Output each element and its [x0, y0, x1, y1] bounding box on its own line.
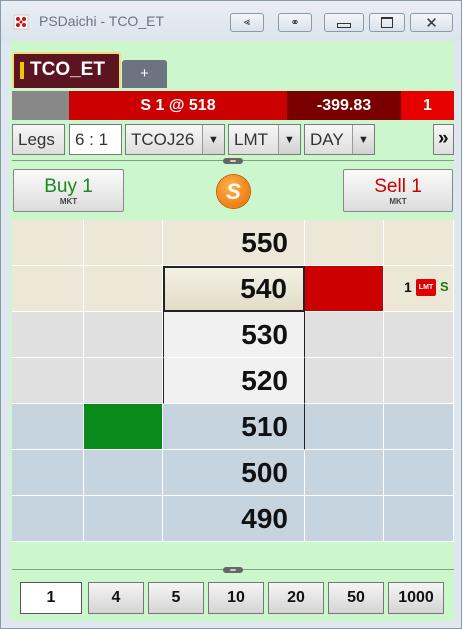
- qty-button-10[interactable]: 10: [208, 582, 264, 614]
- ask-order-cell[interactable]: [384, 404, 454, 450]
- bid-order-cell[interactable]: [12, 358, 84, 404]
- window-title: PSDaichi - TCO_ET: [39, 13, 164, 29]
- tab-label: TCO_ET: [30, 59, 105, 80]
- working-order-qty: 1: [404, 279, 412, 295]
- ladder-row: 530: [12, 312, 454, 358]
- ladder-row: 520: [12, 358, 454, 404]
- price-cell[interactable]: 530: [163, 312, 305, 358]
- order-type-select[interactable]: LMT ▼: [228, 124, 301, 155]
- ask-order-cell[interactable]: [384, 496, 454, 542]
- chevron-down-icon: ▼: [352, 125, 374, 154]
- best-bid-cell[interactable]: [84, 404, 163, 450]
- chevron-down-icon: ▼: [202, 125, 224, 154]
- qty-button-50[interactable]: 50: [328, 582, 384, 614]
- ask-order-cell[interactable]: [384, 358, 454, 404]
- legs-button[interactable]: Legs: [12, 124, 65, 155]
- quantity-bar: 1 4 5 10 20 50 1000: [10, 572, 454, 621]
- main-panel: TCO_ET + S 1 @ 518 -399.83 1 Legs 6 : 1 …: [10, 41, 454, 621]
- price-cell[interactable]: 490: [163, 496, 305, 542]
- tab-marker: [20, 62, 24, 79]
- bid-order-cell[interactable]: [12, 266, 84, 312]
- ask-order-cell[interactable]: [384, 450, 454, 496]
- title-bar: PSDaichi - TCO_ET ⪡ ⚭ ✕: [1, 1, 461, 41]
- minimize-button[interactable]: [324, 13, 364, 32]
- maximize-icon: [381, 17, 393, 28]
- ladder-row: 490: [12, 496, 454, 542]
- qty-button-20[interactable]: 20: [268, 582, 324, 614]
- bid-size-cell[interactable]: [84, 358, 163, 404]
- ask-size-cell[interactable]: [305, 220, 384, 266]
- bid-size-cell[interactable]: [84, 450, 163, 496]
- ladder-row: 550: [12, 220, 454, 266]
- order-controls: Legs 6 : 1 TCOJ26 ▼ LMT ▼ DAY ▼ »: [12, 124, 454, 155]
- add-tab-button[interactable]: +: [122, 60, 167, 88]
- position-text: S 1 @ 518: [69, 91, 287, 120]
- bid-size-cell[interactable]: [84, 220, 163, 266]
- more-button[interactable]: »: [433, 124, 454, 155]
- close-button[interactable]: ✕: [410, 13, 453, 32]
- tab-tco-et[interactable]: TCO_ET: [12, 52, 121, 88]
- working-order-badge[interactable]: LMT: [416, 279, 436, 296]
- qty-button-1[interactable]: 1: [20, 582, 82, 614]
- bid-size-cell[interactable]: [84, 496, 163, 542]
- ask-size-cell[interactable]: [305, 312, 384, 358]
- qty-button-1000[interactable]: 1000: [388, 582, 444, 614]
- price-cell[interactable]: 520: [163, 358, 305, 404]
- price-cell[interactable]: 500: [163, 450, 305, 496]
- contract-select[interactable]: TCOJ26 ▼: [125, 124, 225, 155]
- app-window: PSDaichi - TCO_ET ⪡ ⚭ ✕ TCO_ET + S 1 @ 5…: [0, 0, 462, 629]
- close-icon: ✕: [425, 14, 438, 32]
- position-count: 1: [401, 91, 454, 120]
- pnl-value: -399.83: [287, 91, 401, 120]
- bid-order-cell[interactable]: [12, 220, 84, 266]
- tab-strip: TCO_ET +: [10, 41, 454, 89]
- status-blank-cell: [12, 91, 69, 120]
- strategy-logo-icon: S: [217, 175, 250, 208]
- qty-button-5[interactable]: 5: [148, 582, 204, 614]
- back-button[interactable]: ⪡: [230, 13, 264, 32]
- ladder-row: 510: [12, 404, 454, 450]
- ladder-row: 540 1 LMT S: [12, 266, 454, 312]
- app-logo-icon: [13, 14, 29, 30]
- maximize-button[interactable]: [369, 13, 405, 32]
- ask-size-cell[interactable]: [305, 450, 384, 496]
- ask-size-cell[interactable]: [305, 358, 384, 404]
- best-ask-cell[interactable]: [305, 266, 384, 312]
- bid-order-cell[interactable]: [12, 496, 84, 542]
- duration-select[interactable]: DAY ▼: [304, 124, 375, 155]
- price-cell[interactable]: 540: [163, 266, 305, 312]
- ask-order-cell[interactable]: 1 LMT S: [384, 266, 454, 312]
- bid-order-cell[interactable]: [12, 312, 84, 358]
- ask-order-cell[interactable]: [384, 220, 454, 266]
- sell-market-button[interactable]: Sell 1 MKT: [343, 169, 453, 212]
- ratio-field[interactable]: 6 : 1: [69, 124, 122, 155]
- bid-size-cell[interactable]: [84, 312, 163, 358]
- qty-button-4[interactable]: 4: [88, 582, 144, 614]
- ask-order-cell[interactable]: [384, 312, 454, 358]
- working-order-extra: S: [440, 279, 449, 294]
- price-cell[interactable]: 510: [163, 404, 305, 450]
- bid-size-cell[interactable]: [84, 266, 163, 312]
- chevron-down-icon: ▼: [278, 125, 300, 154]
- bid-order-cell[interactable]: [12, 404, 84, 450]
- price-cell[interactable]: 550: [163, 220, 305, 266]
- bid-order-cell[interactable]: [12, 450, 84, 496]
- buy-market-button[interactable]: Buy 1 MKT: [13, 169, 124, 212]
- ask-size-cell[interactable]: [305, 496, 384, 542]
- top-splitter[interactable]: [12, 158, 454, 164]
- ask-size-cell[interactable]: [305, 404, 384, 450]
- link-button[interactable]: ⚭: [278, 13, 312, 32]
- minimize-icon: [337, 23, 351, 28]
- ladder-row: 500: [12, 450, 454, 496]
- splitter-handle-icon: [223, 158, 243, 164]
- position-status-bar: S 1 @ 518 -399.83 1: [12, 91, 454, 120]
